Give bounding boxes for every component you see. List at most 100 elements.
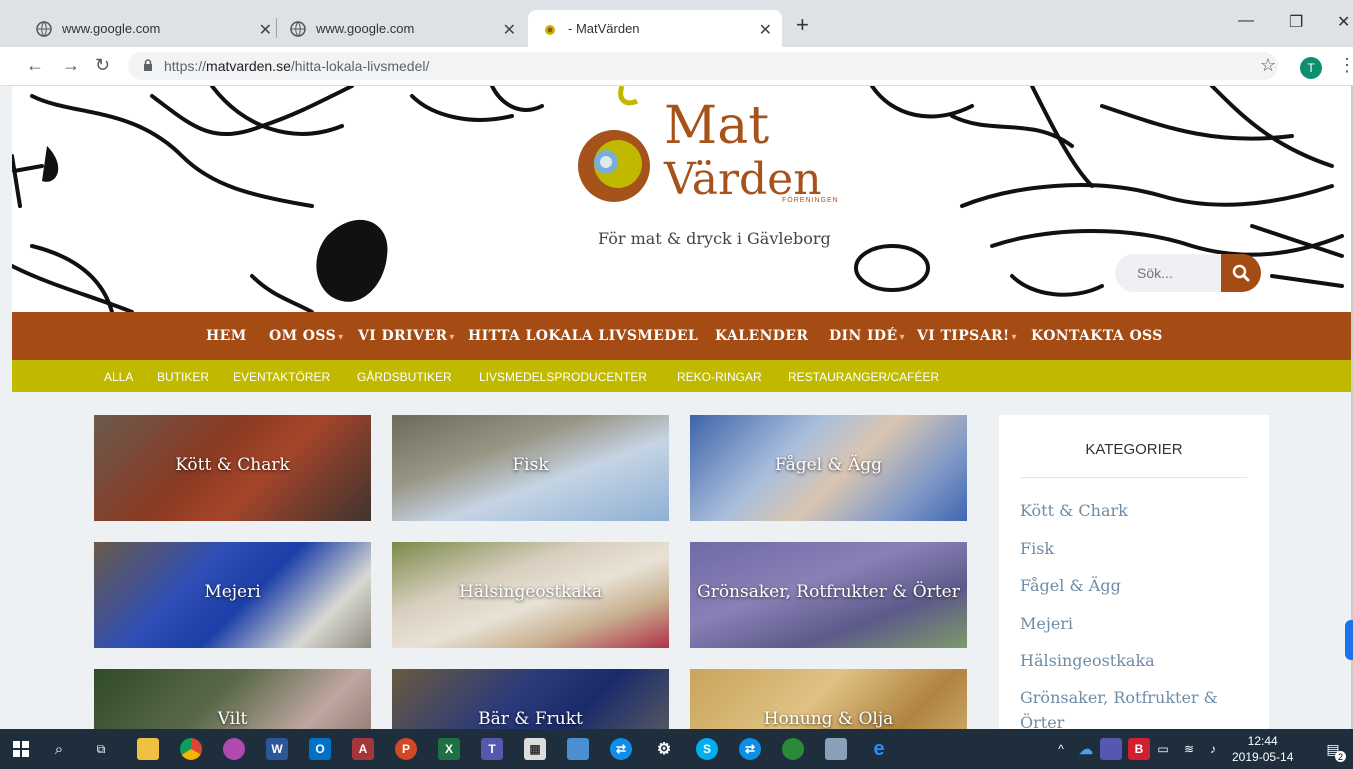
file-explorer-icon[interactable]: [137, 738, 159, 760]
filter-alla[interactable]: ALLA: [104, 370, 133, 384]
notification-count: 2: [1335, 751, 1346, 762]
nav-item-hitta-lokala-livsmedel[interactable]: HITTA LOKALA LIVSMEDEL: [468, 328, 698, 344]
feedback-tab[interactable]: [1345, 620, 1353, 660]
sidebar-link[interactable]: Hälsingeostkaka: [1020, 651, 1155, 670]
filter-livsmedelsproducenter[interactable]: LIVSMEDELSPRODUCENTER: [479, 370, 647, 384]
minimize-icon[interactable]: —: [1238, 12, 1254, 30]
tile-label: Fisk: [512, 455, 549, 475]
close-tab-icon[interactable]: ✕: [759, 20, 772, 40]
category-tile[interactable]: Grönsaker, Rotfrukter & Örter: [690, 542, 967, 648]
wifi-icon[interactable]: ≋: [1178, 738, 1200, 760]
filter-gardsbutiker[interactable]: GÅRDSBUTIKER: [357, 370, 452, 384]
reload-icon[interactable]: ↻: [95, 55, 110, 76]
category-tile[interactable]: Fågel & Ägg: [690, 415, 967, 521]
windows-start-icon[interactable]: [10, 738, 32, 760]
teams-icon[interactable]: T: [481, 738, 503, 760]
search-icon: [1232, 264, 1250, 282]
sidebar-link[interactable]: Kött & Chark: [1020, 501, 1128, 520]
filter-restauranger-cafeer[interactable]: RESTAURANGER/CAFÉER: [788, 370, 939, 384]
filter-butiker[interactable]: BUTIKER: [157, 370, 209, 384]
close-tab-icon[interactable]: ✕: [259, 20, 272, 40]
forward-icon[interactable]: →: [62, 55, 80, 76]
menu-kebab-icon[interactable]: ⋮: [1338, 55, 1353, 76]
settings-gear-icon[interactable]: ⚙: [653, 738, 675, 760]
filter-eventaktorer[interactable]: EVENTAKTÖRER: [233, 370, 330, 384]
sidebar-link[interactable]: Grönsaker, Rotfrukter &: [1020, 688, 1218, 707]
access-icon[interactable]: A: [352, 738, 374, 760]
web-page: Mat Värden FÖRENINGEN För mat & dryck i …: [0, 86, 1353, 729]
category-filter-bar: ALLA BUTIKER EVENTAKTÖRER GÅRDSBUTIKER L…: [12, 360, 1351, 392]
outlook-icon[interactable]: O: [309, 738, 331, 760]
nav-item-kalender[interactable]: KALENDER: [715, 328, 808, 344]
nav-item-om-oss[interactable]: OM OSS ▾: [269, 328, 344, 344]
tile-label: Mejeri: [204, 582, 261, 602]
sidebar-link[interactable]: Fisk: [1020, 539, 1054, 558]
system-clock[interactable]: 12:44 2019-05-14: [1232, 733, 1293, 765]
task-view-icon[interactable]: ⧉: [90, 738, 112, 760]
nav-item-vi-tipsar[interactable]: VI TIPSAR! ▾: [917, 328, 1017, 344]
action-center-icon[interactable]: ▤ 2: [1322, 738, 1346, 762]
category-tile[interactable]: Hälsingeostkaka: [392, 542, 669, 648]
onedrive-icon[interactable]: ☁: [1075, 738, 1097, 760]
category-tile[interactable]: Vilt: [94, 669, 371, 729]
sidebar-link[interactable]: Mejeri: [1020, 614, 1073, 633]
maps-pin-icon[interactable]: [223, 738, 245, 760]
excel-icon[interactable]: X: [438, 738, 460, 760]
chevron-down-icon: ▾: [338, 332, 344, 343]
search-button[interactable]: [1221, 254, 1261, 292]
nav-item-din-ide[interactable]: DIN IDÉ ▾: [829, 328, 905, 344]
calculator-icon[interactable]: ▦: [524, 738, 546, 760]
chevron-up-icon[interactable]: ^: [1050, 738, 1072, 760]
site-header: Mat Värden FÖRENINGEN För mat & dryck i …: [12, 86, 1351, 312]
chevron-down-icon: ▾: [449, 332, 455, 343]
clock-time: 12:44: [1247, 734, 1278, 748]
browser-tab[interactable]: www.google.com ✕: [290, 10, 516, 47]
search-input[interactable]: [1115, 254, 1225, 292]
edge-icon[interactable]: e: [868, 738, 890, 760]
tile-label: Honung & Olja: [763, 709, 894, 729]
category-tile[interactable]: Kött & Chark: [94, 415, 371, 521]
globe-icon: [36, 20, 52, 37]
browser-tab[interactable]: www.google.com ✕: [36, 10, 272, 47]
filter-reko-ringar[interactable]: REKO-RINGAR: [677, 370, 762, 384]
powerpoint-icon[interactable]: P: [395, 738, 417, 760]
teamviewer-icon[interactable]: ⇄: [610, 738, 632, 760]
search-icon[interactable]: ⌕: [48, 738, 70, 760]
tray-b-icon[interactable]: B: [1128, 738, 1150, 760]
teamviewer-icon[interactable]: ⇄: [739, 738, 761, 760]
tile-label: Bär & Frukt: [478, 709, 583, 729]
sidebar-link[interactable]: Fågel & Ägg: [1020, 576, 1121, 595]
close-tab-icon[interactable]: ✕: [503, 20, 516, 40]
teams-tray-icon[interactable]: [1100, 738, 1122, 760]
chevron-down-icon: ▾: [1011, 332, 1017, 343]
profile-avatar[interactable]: T: [1300, 57, 1322, 79]
category-tile[interactable]: Honung & Olja: [690, 669, 967, 729]
browser-tab-active[interactable]: - MatVärden ✕: [528, 10, 782, 47]
volume-icon[interactable]: ♪: [1202, 738, 1224, 760]
skype-icon[interactable]: S: [696, 738, 718, 760]
close-window-icon[interactable]: ✕: [1337, 12, 1350, 32]
nav-item-vi-driver[interactable]: VI DRIVER ▾: [358, 328, 455, 344]
category-tile[interactable]: Fisk: [392, 415, 669, 521]
network-icon[interactable]: [825, 738, 847, 760]
back-icon[interactable]: ←: [26, 55, 44, 76]
category-tile[interactable]: Mejeri: [94, 542, 371, 648]
category-tile[interactable]: Bär & Frukt: [392, 669, 669, 729]
nav-item-kontakta-oss[interactable]: KONTAKTA OSS: [1031, 328, 1163, 344]
new-tab-icon[interactable]: +: [796, 12, 809, 38]
categories-sidebar: KATEGORIER Kött & Chark Fisk Fågel & Ägg…: [999, 415, 1269, 729]
globe-icon[interactable]: [782, 738, 804, 760]
sidebar-title: KATEGORIER: [1085, 441, 1183, 458]
word-icon[interactable]: W: [266, 738, 288, 760]
windows-taskbar: ⌕ ⧉ W O A P X T ▦ ⇄ ⚙ S ⇄ e ^ ☁ B ▭ ≋ ♪ …: [0, 729, 1353, 769]
address-bar[interactable]: https://matvarden.se/hitta-lokala-livsme…: [128, 52, 1278, 80]
bookmark-star-icon[interactable]: ☆: [1260, 55, 1276, 76]
chrome-icon[interactable]: [180, 738, 202, 760]
nav-item-hem[interactable]: HEM: [206, 328, 247, 344]
tab-title: www.google.com: [316, 21, 415, 36]
restore-icon[interactable]: ❐: [1289, 12, 1303, 32]
tab-separator: [276, 18, 277, 38]
photos-icon[interactable]: [567, 738, 589, 760]
search-form: [1115, 254, 1261, 292]
sidebar-link[interactable]: Örter: [1020, 713, 1064, 729]
